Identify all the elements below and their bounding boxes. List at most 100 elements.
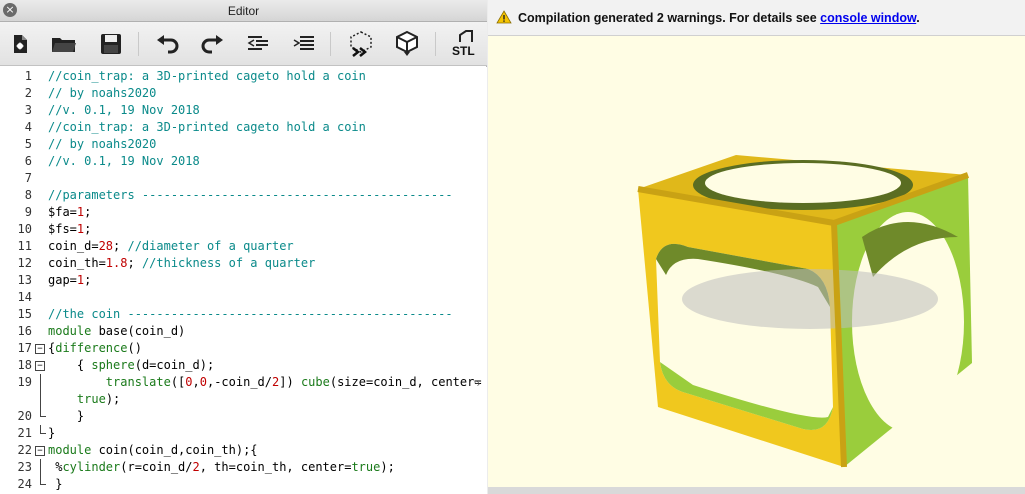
code-line[interactable]: 4 //coin_trap: a 3D-printed cageto hold a… <box>0 119 487 136</box>
code-token: , <box>192 375 200 389</box>
code-token: //thickness of a quarter <box>141 256 316 270</box>
code-line[interactable]: 8 //parameters --------------------------… <box>0 187 487 204</box>
code-token: cylinder <box>62 460 121 474</box>
code-text: // by noahs2020 <box>48 136 156 153</box>
code-token: ; <box>84 273 92 287</box>
code-line[interactable]: 6 //v. 0.1, 19 Nov 2018 <box>0 153 487 170</box>
line-number: 13 <box>17 273 32 287</box>
code-line[interactable]: 2 // by noahs2020 <box>0 85 487 102</box>
line-number: 19 <box>17 375 32 389</box>
code-token: (size=coin_d, center= <box>329 375 482 389</box>
code-token: module <box>48 443 92 457</box>
code-token: , th=coin_th, center= <box>199 460 352 474</box>
line-number: 6 <box>24 154 32 168</box>
code-text: } <box>48 476 62 493</box>
redo-icon[interactable] <box>198 30 226 58</box>
line-number: 8 <box>24 188 32 202</box>
toolbar-separator <box>138 32 139 56</box>
fold-toggle-icon[interactable]: − <box>35 361 45 371</box>
code-token: 0 <box>199 375 207 389</box>
code-editor[interactable]: 1 //coin_trap: a 3D-printed cageto hold a… <box>0 67 487 494</box>
code-token: // by noahs2020 <box>48 86 157 100</box>
code-token: coin(coin_d,coin_th);{ <box>91 443 258 457</box>
code-line[interactable]: 5 // by noahs2020 <box>0 136 487 153</box>
code-token: ]) <box>279 375 301 389</box>
code-line[interactable]: 13 gap=1; <box>0 272 487 289</box>
line-number: 7 <box>24 171 32 185</box>
warning-bar: Compilation generated 2 warnings. For de… <box>488 0 1025 36</box>
code-token: 0 <box>185 375 193 389</box>
code-line[interactable]: 9 $fa=1; <box>0 204 487 221</box>
code-text: %cylinder(r=coin_d/2, th=coin_th, center… <box>48 459 395 476</box>
code-token: 2 <box>192 460 200 474</box>
line-number: 9 <box>24 205 32 219</box>
code-text: //coin_trap: a 3D-printed cageto hold a … <box>48 119 366 136</box>
code-line[interactable]: 3 //v. 0.1, 19 Nov 2018 <box>0 102 487 119</box>
code-token: 28 <box>98 239 114 253</box>
unindent-icon[interactable] <box>244 30 272 58</box>
code-line[interactable]: 20 } <box>0 408 487 425</box>
save-icon[interactable] <box>97 30 125 58</box>
code-line[interactable]: 21} <box>0 425 487 442</box>
code-token: ; <box>113 239 128 253</box>
app-window: × Editor STL 1 //coin_trap: a 3D-printed… <box>0 0 1025 494</box>
code-line[interactable]: 10 $fs=1; <box>0 221 487 238</box>
code-text: //parameters ---------------------------… <box>48 187 453 204</box>
code-text: //v. 0.1, 19 Nov 2018 <box>48 153 200 170</box>
code-token: ); <box>380 460 395 474</box>
code-text: gap=1; <box>48 272 91 289</box>
code-token: coin_th= <box>48 256 106 270</box>
code-token: } <box>48 409 85 423</box>
code-line[interactable]: 16 module base(coin_d) <box>0 323 487 340</box>
line-number: 11 <box>17 239 32 253</box>
code-line[interactable]: 11 coin_d=28; //diameter of a quarter <box>0 238 487 255</box>
code-text: } <box>48 425 55 442</box>
code-line[interactable]: 12 coin_th=1.8; //thickness of a quarter <box>0 255 487 272</box>
console-window-link[interactable]: console window <box>820 11 916 25</box>
open-folder-icon[interactable] <box>50 30 78 58</box>
code-line[interactable]: 7 <box>0 170 487 187</box>
code-line[interactable]: 18− { sphere(d=coin_d); <box>0 357 487 374</box>
code-token: ; <box>84 222 92 236</box>
code-text: coin_th=1.8; //thickness of a quarter <box>48 255 315 272</box>
preview-icon[interactable] <box>347 30 375 58</box>
code-line[interactable]: 19 translate([0,0,-coin_d/2]) cube(size=… <box>0 374 487 391</box>
undo-icon[interactable] <box>154 30 182 58</box>
code-line[interactable]: 1 //coin_trap: a 3D-printed cageto hold a… <box>0 68 487 85</box>
code-token: } <box>48 477 63 491</box>
code-line[interactable]: 24 } <box>0 476 487 493</box>
code-text: module coin(coin_d,coin_th);{ <box>48 442 258 459</box>
code-token: //diameter of a quarter <box>127 239 294 253</box>
export-stl-icon[interactable]: STL <box>450 30 482 58</box>
code-line[interactable]: 15 //the coin ---------------------------… <box>0 306 487 323</box>
new-file-icon[interactable] <box>6 30 34 58</box>
line-wrap-icon: ⤷ <box>474 376 481 389</box>
code-token: (r=coin_d/ <box>120 460 193 474</box>
code-text: //v. 0.1, 19 Nov 2018 <box>48 102 200 119</box>
indent-icon[interactable] <box>290 30 318 58</box>
code-line[interactable]: 17− {difference() <box>0 340 487 357</box>
code-token: ([ <box>170 375 186 389</box>
line-number: 16 <box>17 324 32 338</box>
code-token: ,-coin_d/ <box>206 375 273 389</box>
code-token: ; <box>84 205 92 219</box>
code-line[interactable]: 22− module coin(coin_d,coin_th);{ <box>0 442 487 459</box>
code-token: //v. 0.1, 19 Nov 2018 <box>48 103 200 117</box>
stl-label: STL <box>452 44 475 58</box>
code-text: coin_d=28; //diameter of a quarter <box>48 238 294 255</box>
render-icon[interactable] <box>393 30 421 58</box>
fold-toggle-icon[interactable]: − <box>35 344 45 354</box>
3d-viewer[interactable]: Compilation generated 2 warnings. For de… <box>488 0 1025 494</box>
code-token: % <box>48 460 63 474</box>
code-text: } <box>48 408 84 425</box>
render-canvas[interactable] <box>488 37 1025 487</box>
line-number: 5 <box>24 137 32 151</box>
fold-toggle-icon[interactable]: − <box>35 446 45 456</box>
code-text: // by noahs2020 <box>48 85 156 102</box>
fold-guide <box>40 408 46 417</box>
code-token: (d=coin_d); <box>134 358 215 372</box>
code-line[interactable]: true); <box>0 391 487 408</box>
code-line[interactable]: 23 %cylinder(r=coin_d/2, th=coin_th, cen… <box>0 459 487 476</box>
code-line[interactable]: 14 <box>0 289 487 306</box>
warning-tail: . <box>916 11 920 25</box>
